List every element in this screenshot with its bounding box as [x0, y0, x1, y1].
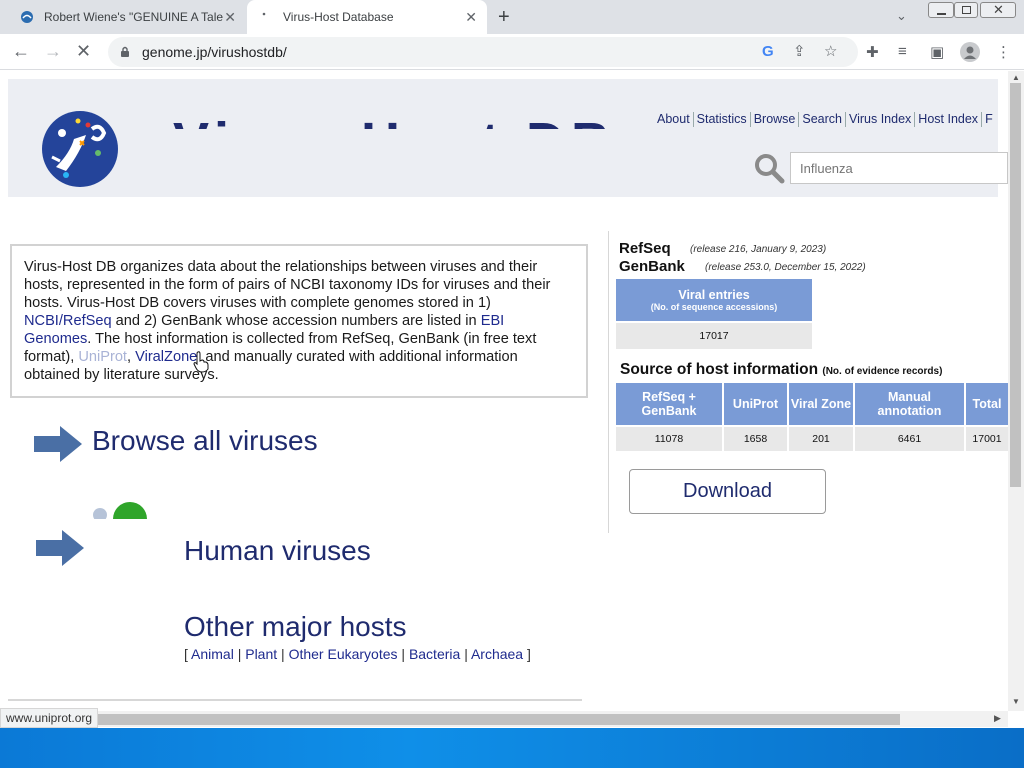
uniprot-link[interactable]: UniProt — [78, 349, 127, 365]
nav-host-index[interactable]: Host Index — [915, 112, 983, 127]
column-divider — [608, 231, 609, 533]
search-icon[interactable] — [754, 153, 786, 185]
intro-text: , — [127, 349, 136, 365]
col-header-refseq-genbank: RefSeq + GenBank — [616, 383, 722, 425]
top-navigation: About Statistics Browse Search Virus Ind… — [654, 112, 996, 127]
new-tab-icon[interactable]: + — [498, 6, 510, 29]
intro-text: Virus-Host DB organizes data about the r… — [24, 259, 551, 311]
partial-image-icon — [93, 502, 147, 519]
col-header-viral-zone: Viral Zone — [789, 383, 853, 425]
refseq-label: RefSeq — [619, 240, 671, 257]
nav-statistics[interactable]: Statistics — [694, 112, 751, 127]
scroll-up-icon[interactable]: ▲ — [1012, 73, 1020, 82]
vertical-scroll-thumb[interactable] — [1010, 83, 1021, 487]
download-button[interactable]: Download — [629, 469, 826, 514]
value-refseq-genbank: 11078 — [616, 427, 722, 451]
source-of-host-info-heading: Source of host information (No. of evide… — [620, 361, 943, 378]
extensions-puzzle-icon[interactable]: ✚ — [866, 43, 879, 61]
host-link-bacteria[interactable]: Bacteria — [409, 646, 460, 662]
loading-favicon-icon — [262, 12, 266, 16]
viralzone-link[interactable]: ViralZone — [135, 349, 197, 365]
human-viruses-link[interactable]: Human viruses — [184, 535, 371, 567]
genbank-release-note: (release 253.0, December 15, 2022) — [705, 262, 866, 273]
tab-virus-host-database[interactable]: Virus-Host Database ✕ — [247, 0, 487, 34]
share-icon[interactable]: ⇪ — [793, 42, 806, 60]
tab-strip: Robert Wiene's "GENUINE A Tale ✕ Virus-H… — [0, 0, 1024, 34]
forward-arrow-icon[interactable]: → — [44, 41, 62, 62]
nav-truncated[interactable]: F — [982, 112, 996, 127]
genbank-label: GenBank — [619, 258, 685, 275]
host-links: [ Animal | Plant | Other Eukaryotes | Ba… — [184, 646, 531, 662]
os-taskbar — [0, 728, 1024, 768]
host-link-archaea[interactable]: Archaea — [471, 646, 523, 662]
vertical-scrollbar[interactable]: ▲ ▼ — [1008, 71, 1024, 711]
tab-title: Virus-Host Database — [283, 10, 394, 24]
stop-loading-icon[interactable]: ✕ — [76, 41, 91, 62]
bookmark-star-icon[interactable]: ☆ — [824, 42, 837, 60]
close-tab-icon[interactable]: ✕ — [224, 9, 236, 26]
horizontal-scroll-thumb[interactable] — [88, 714, 900, 725]
site-header: Virus-Host DB About Statistics Browse Se… — [8, 79, 1008, 197]
value-total: 17001 — [966, 427, 1008, 451]
lock-icon — [121, 46, 129, 57]
minimize-window-button[interactable] — [928, 2, 954, 18]
refseq-release-note: (release 216, January 9, 2023) — [690, 244, 827, 255]
scroll-down-icon[interactable]: ▼ — [1012, 697, 1020, 706]
value-manual-annotation: 6461 — [855, 427, 964, 451]
search-input[interactable] — [790, 152, 1008, 184]
media-control-icon[interactable]: ≡ — [898, 43, 907, 60]
side-panel-icon[interactable]: ▣ — [930, 43, 944, 61]
tab-search-chevron-icon[interactable]: ⌄ — [896, 8, 907, 24]
menu-kebab-icon[interactable]: ⋮ — [996, 43, 1011, 61]
status-bar-url: www.uniprot.org — [0, 708, 99, 728]
tab-robert-wiene[interactable]: Robert Wiene's "GENUINE A Tale ✕ — [10, 0, 246, 34]
viral-entries-header: Viral entries (No. of sequence accession… — [616, 279, 812, 321]
intro-description: Virus-Host DB organizes data about the r… — [10, 244, 588, 398]
tab-title: Robert Wiene's "GENUINE A Tale — [44, 10, 224, 24]
arrow-right-icon — [34, 426, 82, 462]
nav-about[interactable]: About — [654, 112, 694, 127]
url-text: genome.jp/virushostdb/ — [142, 44, 287, 60]
close-window-button[interactable]: ✕ — [980, 2, 1016, 18]
value-viral-zone: 201 — [789, 427, 853, 451]
col-header-total: Total — [966, 383, 1008, 425]
intro-text: and 2) GenBank whose accession numbers a… — [111, 313, 481, 329]
arrow-right-icon — [36, 530, 84, 566]
site-title: Virus-Host DB — [173, 111, 616, 129]
host-link-plant[interactable]: Plant — [245, 646, 277, 662]
value-uniprot: 1658 — [724, 427, 787, 451]
wikipedia-favicon-icon — [21, 11, 33, 23]
scroll-right-icon[interactable]: ▶ — [994, 713, 1001, 724]
hand-cursor-icon — [193, 351, 209, 373]
back-arrow-icon[interactable]: ← — [12, 41, 30, 62]
close-tab-icon[interactable]: ✕ — [465, 9, 477, 26]
other-major-hosts-heading: Other major hosts — [184, 611, 407, 642]
host-link-other-eukaryotes[interactable]: Other Eukaryotes — [289, 646, 398, 662]
google-icon[interactable]: G — [762, 43, 774, 60]
address-bar[interactable]: genome.jp/virushostdb/ G ⇪ ☆ — [108, 37, 858, 67]
restore-window-button[interactable] — [954, 2, 978, 18]
browse-all-viruses-link[interactable]: Browse all viruses — [92, 425, 318, 457]
host-link-animal[interactable]: Animal — [191, 646, 234, 662]
browser-toolbar: ← → ✕ genome.jp/virushostdb/ G ⇪ ☆ ✚ ≡ ▣… — [0, 34, 1024, 70]
col-header-manual-annotation: Manual annotation — [855, 383, 964, 425]
ncbi-refseq-link[interactable]: NCBI/RefSeq — [24, 313, 112, 329]
profile-avatar-icon[interactable] — [960, 42, 980, 62]
nav-browse[interactable]: Browse — [751, 112, 800, 127]
horizontal-scrollbar[interactable]: ▶ — [0, 711, 1008, 727]
viral-entries-value: 17017 — [616, 323, 812, 349]
nav-virus-index[interactable]: Virus Index — [846, 112, 916, 127]
col-header-uniprot: UniProt — [724, 383, 787, 425]
virus-host-db-logo[interactable] — [40, 109, 120, 189]
section-divider — [8, 699, 582, 701]
nav-search[interactable]: Search — [799, 112, 846, 127]
page-viewport: Virus-Host DB About Statistics Browse Se… — [0, 71, 1008, 711]
